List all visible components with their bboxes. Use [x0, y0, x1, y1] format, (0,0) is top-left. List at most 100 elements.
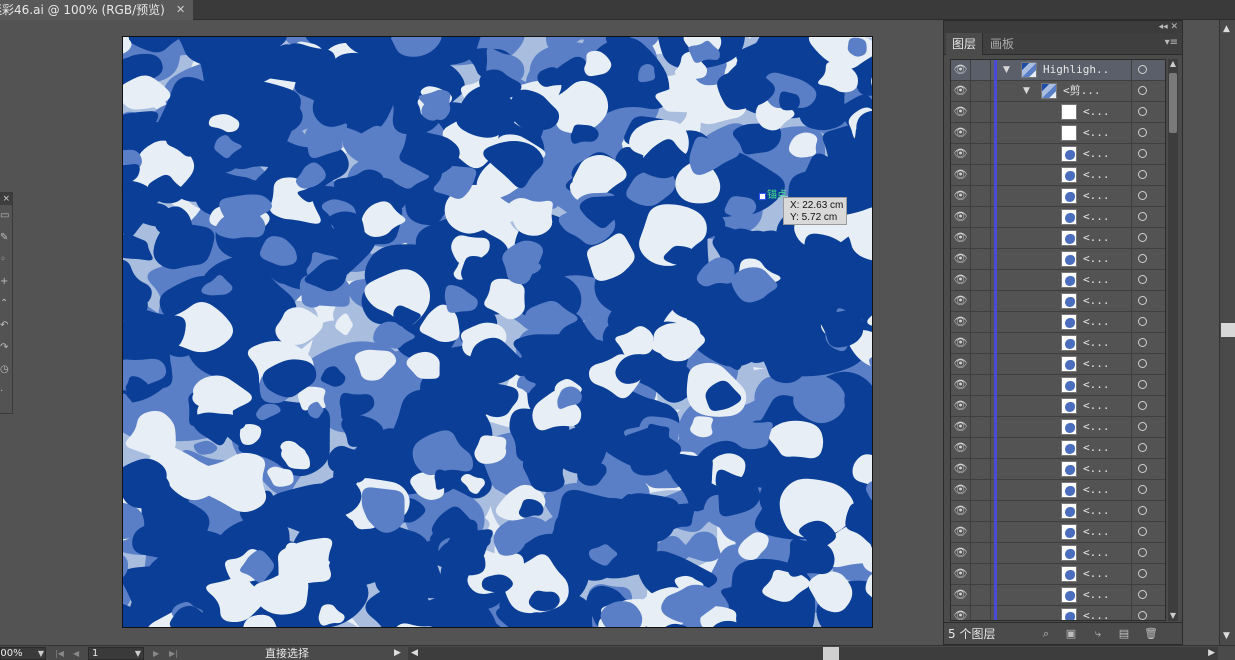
- visibility-eye-icon[interactable]: 👁: [951, 270, 971, 290]
- camouflage-artwork[interactable]: [123, 37, 872, 627]
- create-sublayer-icon[interactable]: ⤷: [1092, 628, 1104, 640]
- selected-anchor-point[interactable]: [759, 193, 766, 200]
- layer-name[interactable]: <...: [1083, 123, 1110, 143]
- target-circle-icon[interactable]: [1131, 375, 1165, 395]
- layer-name[interactable]: <剪...: [1063, 81, 1101, 101]
- scroll-down-icon[interactable]: ▼: [1168, 611, 1178, 621]
- target-circle-icon[interactable]: [1131, 417, 1165, 437]
- target-circle-icon[interactable]: [1131, 165, 1165, 185]
- target-circle-icon[interactable]: [1131, 312, 1165, 332]
- undo-icon[interactable]: ↶: [0, 315, 12, 337]
- lock-toggle[interactable]: [971, 123, 991, 143]
- layer-row[interactable]: 👁 <...: [951, 165, 1165, 186]
- layer-name[interactable]: <...: [1083, 291, 1110, 311]
- layer-row[interactable]: 👁 <...: [951, 606, 1165, 620]
- layer-name[interactable]: <...: [1083, 207, 1110, 227]
- visibility-eye-icon[interactable]: 👁: [951, 165, 971, 185]
- visibility-eye-icon[interactable]: 👁: [951, 564, 971, 584]
- target-circle-icon[interactable]: [1131, 144, 1165, 164]
- layer-row[interactable]: 👁 <...: [951, 144, 1165, 165]
- lock-toggle[interactable]: [971, 459, 991, 479]
- lock-toggle[interactable]: [971, 333, 991, 353]
- lock-toggle[interactable]: [971, 585, 991, 605]
- target-circle-icon[interactable]: [1131, 270, 1165, 290]
- target-circle-icon[interactable]: [1131, 480, 1165, 500]
- redo-icon[interactable]: ↷: [0, 337, 12, 359]
- visibility-eye-icon[interactable]: 👁: [951, 543, 971, 563]
- layer-row[interactable]: 👁 <...: [951, 522, 1165, 543]
- layer-name[interactable]: <...: [1083, 543, 1110, 563]
- visibility-eye-icon[interactable]: 👁: [951, 291, 971, 311]
- chevron-down-icon[interactable]: ▼: [135, 648, 141, 659]
- layer-name[interactable]: <...: [1083, 438, 1110, 458]
- disclosure-triangle-icon[interactable]: ▼: [1023, 81, 1030, 101]
- layer-name[interactable]: <...: [1083, 585, 1110, 605]
- layer-name[interactable]: <...: [1083, 375, 1110, 395]
- layer-row[interactable]: 👁 <...: [951, 459, 1165, 480]
- layer-row[interactable]: 👁 <...: [951, 228, 1165, 249]
- scroll-up-icon[interactable]: ▲: [1223, 24, 1230, 34]
- visibility-eye-icon[interactable]: 👁: [951, 354, 971, 374]
- target-circle-icon[interactable]: [1131, 585, 1165, 605]
- layer-list[interactable]: 👁 ▼ Highligh.. 👁 ▼ <剪... 👁 <... 👁 <... 👁 <... 👁 <... 👁…: [950, 59, 1166, 621]
- zoom-select[interactable]: 100% ▼: [0, 647, 46, 660]
- layer-name[interactable]: <...: [1083, 333, 1110, 353]
- target-circle-icon[interactable]: [1131, 501, 1165, 521]
- next-artboard-icon[interactable]: ▶: [153, 647, 159, 660]
- layer-name[interactable]: <...: [1083, 522, 1110, 542]
- scroll-left-icon[interactable]: ◀: [411, 647, 418, 660]
- layer-name[interactable]: <...: [1083, 417, 1110, 437]
- layer-row[interactable]: 👁 <...: [951, 270, 1165, 291]
- visibility-eye-icon[interactable]: 👁: [951, 123, 971, 143]
- scroll-down-icon[interactable]: ▼: [1223, 631, 1230, 641]
- layer-name[interactable]: <...: [1083, 459, 1110, 479]
- layer-row[interactable]: 👁 <...: [951, 354, 1165, 375]
- visibility-eye-icon[interactable]: 👁: [951, 249, 971, 269]
- tab-artboards[interactable]: 画板: [984, 33, 1020, 55]
- target-circle-icon[interactable]: [1131, 606, 1165, 620]
- make-clipping-mask-icon[interactable]: ▣: [1065, 628, 1077, 640]
- target-circle-icon[interactable]: [1131, 186, 1165, 206]
- visibility-eye-icon[interactable]: 👁: [951, 459, 971, 479]
- lock-toggle[interactable]: [971, 501, 991, 521]
- lock-toggle[interactable]: [971, 606, 991, 620]
- layer-name[interactable]: <...: [1083, 312, 1110, 332]
- lock-toggle[interactable]: [971, 291, 991, 311]
- canvas-vertical-scrollbar[interactable]: ▲ ▼: [1219, 20, 1235, 645]
- layer-row[interactable]: 👁 <...: [951, 585, 1165, 606]
- layer-name[interactable]: <...: [1083, 249, 1110, 269]
- rectangle-tool-icon[interactable]: ▭: [0, 205, 12, 227]
- visibility-eye-icon[interactable]: 👁: [951, 375, 971, 395]
- target-circle-icon[interactable]: [1131, 207, 1165, 227]
- add-anchor-tool-icon[interactable]: +: [0, 271, 12, 293]
- visibility-eye-icon[interactable]: 👁: [951, 501, 971, 521]
- first-artboard-icon[interactable]: |◀: [55, 647, 64, 660]
- lock-toggle[interactable]: [971, 354, 991, 374]
- layer-name[interactable]: <...: [1083, 186, 1110, 206]
- trash-icon[interactable]: 🗑: [1144, 628, 1158, 640]
- layer-name[interactable]: <...: [1083, 270, 1110, 290]
- last-artboard-icon[interactable]: ▶|: [169, 647, 178, 660]
- layer-name[interactable]: <...: [1083, 480, 1110, 500]
- canvas-horizontal-scrollbar[interactable]: ◀ ▶: [408, 647, 1218, 660]
- target-circle-icon[interactable]: [1131, 564, 1165, 584]
- visibility-eye-icon[interactable]: 👁: [951, 480, 971, 500]
- target-circle-icon[interactable]: [1131, 459, 1165, 479]
- layer-row[interactable]: 👁 <...: [951, 102, 1165, 123]
- target-circle-icon[interactable]: [1131, 81, 1165, 101]
- lock-toggle[interactable]: [971, 312, 991, 332]
- target-circle-icon[interactable]: [1131, 396, 1165, 416]
- close-icon[interactable]: ✕: [176, 0, 185, 20]
- previous-artboard-icon[interactable]: ◀: [73, 647, 79, 660]
- layer-row[interactable]: 👁 ▼ <剪...: [951, 81, 1165, 102]
- target-circle-icon[interactable]: [1131, 543, 1165, 563]
- visibility-eye-icon[interactable]: 👁: [951, 417, 971, 437]
- locate-object-icon[interactable]: ⌕: [1040, 628, 1052, 640]
- layer-name[interactable]: <...: [1083, 144, 1110, 164]
- history-icon[interactable]: ◷: [0, 359, 12, 381]
- lock-toggle[interactable]: [971, 480, 991, 500]
- layer-name[interactable]: <...: [1083, 396, 1110, 416]
- layer-name[interactable]: <...: [1083, 564, 1110, 584]
- layer-row[interactable]: 👁 ▼ Highligh..: [951, 60, 1165, 81]
- layer-name[interactable]: <...: [1083, 354, 1110, 374]
